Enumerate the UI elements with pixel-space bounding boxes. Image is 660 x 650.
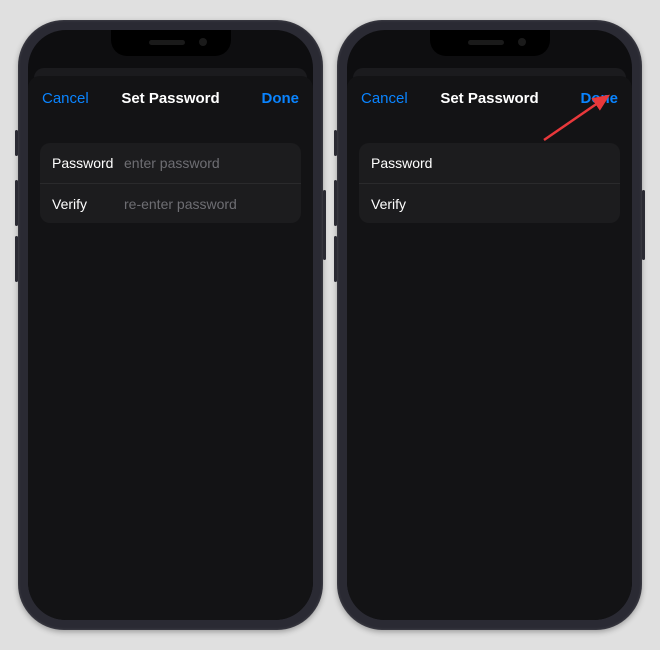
nav-title: Set Password [96,90,245,107]
side-button [323,190,326,260]
cancel-button[interactable]: Cancel [361,90,415,107]
verify-row: Verify [40,183,301,223]
verify-label: Verify [371,196,443,212]
screen: Cancel Set Password Done Password Verify [28,30,313,620]
verify-input[interactable] [124,196,301,212]
modal-sheet: Cancel Set Password Done Password Verify [28,76,313,620]
volume-down-button [15,236,18,282]
password-label: Password [52,155,124,171]
notch [111,30,231,56]
verify-label: Verify [52,196,124,212]
nav-title: Set Password [415,90,564,107]
password-input[interactable] [443,155,620,171]
cancel-button[interactable]: Cancel [42,90,96,107]
password-input[interactable] [124,155,301,171]
phone-mockup-left: Cancel Set Password Done Password Verify [18,20,323,630]
verify-input[interactable] [443,196,620,212]
nav-bar: Cancel Set Password Done [347,76,632,119]
volume-up-button [334,180,337,226]
silent-switch [334,130,337,156]
notch [430,30,550,56]
screen: Cancel Set Password Done Password Verify [347,30,632,620]
modal-sheet: Cancel Set Password Done Password Verify [347,76,632,620]
password-label: Password [371,155,443,171]
password-row: Password [359,143,620,183]
silent-switch [15,130,18,156]
done-button[interactable]: Done [564,90,618,107]
phone-mockup-right: Cancel Set Password Done Password Verify [337,20,642,630]
verify-row: Verify [359,183,620,223]
volume-up-button [15,180,18,226]
side-button [642,190,645,260]
password-form: Password Verify [359,143,620,223]
password-row: Password [40,143,301,183]
done-button[interactable]: Done [245,90,299,107]
nav-bar: Cancel Set Password Done [28,76,313,119]
volume-down-button [334,236,337,282]
password-form: Password Verify [40,143,301,223]
